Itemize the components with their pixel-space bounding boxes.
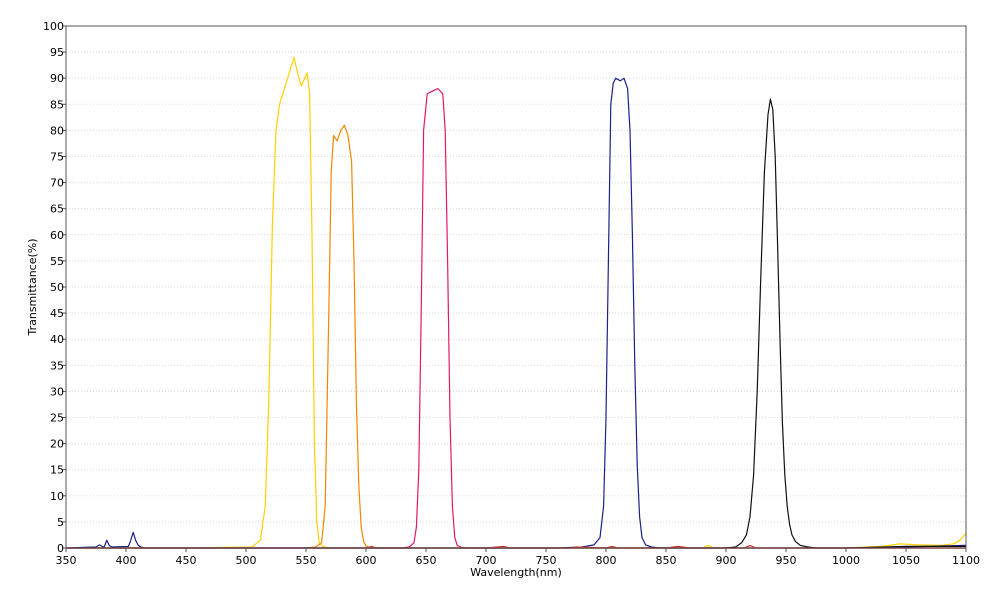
y-tick-label: 30 — [50, 385, 64, 398]
x-tick-label: 900 — [716, 554, 737, 567]
x-tick-label: 600 — [356, 554, 377, 567]
x-tick-label: 950 — [776, 554, 797, 567]
y-tick-label: 50 — [50, 281, 64, 294]
x-tick-label: 1000 — [832, 554, 860, 567]
x-tick-label: 1100 — [952, 554, 980, 567]
y-tick-label: 75 — [50, 151, 64, 164]
y-tick-label: 70 — [50, 177, 64, 190]
y-tick-label: 80 — [50, 124, 64, 137]
y-tick-label: 90 — [50, 72, 64, 85]
y-tick-label: 85 — [50, 98, 64, 111]
y-tick-label: 40 — [50, 333, 64, 346]
x-tick-label: 850 — [656, 554, 677, 567]
x-tick-label: 450 — [176, 554, 197, 567]
y-tick-label: 55 — [50, 255, 64, 268]
y-tick-label: 5 — [57, 516, 64, 529]
grid — [66, 25, 966, 549]
x-axis-title: Wavelength(nm) — [470, 566, 562, 579]
x-tick-label: 500 — [236, 554, 257, 567]
x-tick-label: 400 — [116, 554, 137, 567]
y-tick-label: 95 — [50, 46, 64, 59]
transmittance-chart: 0 5 10 15 20 25 30 35 40 45 50 55 60 65 70 75 80 85 90 95 10… — [0, 0, 1002, 594]
x-tick-label: 1050 — [892, 554, 920, 567]
y-tick-label: 10 — [50, 490, 64, 503]
y-tick-label: 25 — [50, 412, 64, 425]
x-tick-label: 550 — [296, 554, 317, 567]
y-tick-label: 60 — [50, 229, 64, 242]
y-tick-label: 100 — [43, 20, 64, 33]
y-tick-label: 35 — [50, 359, 64, 372]
y-axis-title: Transmittance(%) — [26, 238, 39, 336]
y-tick-label: 15 — [50, 464, 64, 477]
y-tick-label: 45 — [50, 307, 64, 320]
y-tick-label: 20 — [50, 438, 64, 451]
x-tick-label: 350 — [56, 554, 77, 567]
chart-svg: 0510152025303540455055606570758085909510… — [0, 0, 1002, 594]
y-tick-label: 65 — [50, 203, 64, 216]
x-tick-label: 650 — [416, 554, 437, 567]
x-tick-label: 800 — [596, 554, 617, 567]
